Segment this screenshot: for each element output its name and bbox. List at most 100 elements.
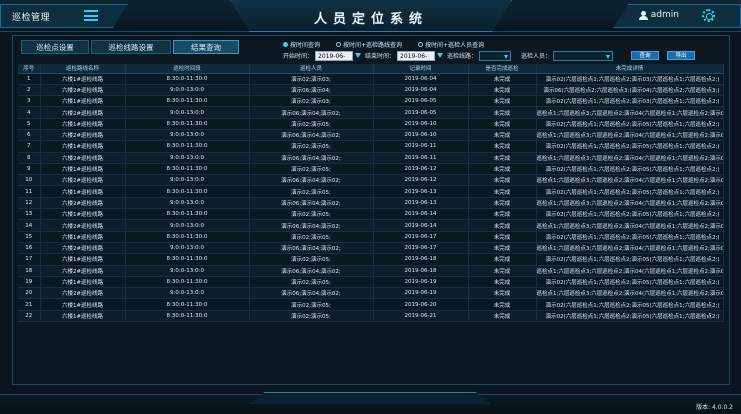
table-row[interactable]: 1 六楼1#巡检线路 8:30:0-11:30:0 演示02;演示03; 2019-06… [18,73,724,85]
table-row[interactable]: 8 六楼2#巡检线路 9:0:0-13:0:0 演示06;演示04;演示02; 2019… [18,152,724,164]
incomplete-details: 巡检点1;六层巡检点3;六层巡检点2;演示04(六层巡检点1;六层巡检点2;演示… [536,287,724,300]
tab-checkpoint-settings[interactable]: 巡检点设置 [21,40,89,54]
inspectors: 演示02;演示05; [249,298,374,311]
tab-bar: 巡检点设置 巡检线路设置 结果查询 [21,40,239,54]
route-name: 六楼1#巡检线路 [40,310,126,323]
table-row[interactable]: 16 六楼2#巡检线路 9:0:0-13:0:0 演示06;演示04;演示02; 201… [18,242,724,255]
export-button[interactable]: 导出 [667,51,696,60]
user-menu[interactable]: admin [638,10,679,20]
col-header-index[interactable]: 序号 [18,64,41,74]
radio-label: 按时间查询 [290,41,321,49]
hamburger-icon[interactable] [84,10,98,21]
time-range: 8:30:0-11:30:0 [125,208,250,221]
col-header-record-time[interactable]: 记录时间 [373,64,469,74]
col-header-time-range[interactable]: 巡检时间段 [125,64,250,74]
table-row[interactable]: 19 六楼1#巡检线路 8:30:0-11:30:0 演示02;演示05; 2019-0… [18,276,724,289]
record-date: 2019-06-13 [373,185,469,198]
completion-status: 未完成 [468,118,537,130]
route-name: 六楼2#巡检线路 [40,174,126,187]
radio-unselected-icon [336,41,342,47]
table-row[interactable]: 5 六楼1#巡检线路 8:30:0-11:30:0 演示02;演示05; 2019-06… [18,118,724,130]
time-range: 9:0:0-13:0:0 [125,287,250,300]
route-name: 六楼2#巡检线路 [40,265,126,277]
completion-status: 未完成 [468,276,537,289]
inspectors: 演示02;演示05; [249,253,374,266]
record-date: 2019-06-11 [373,140,469,153]
time-range: 8:30:0-11:30:0 [125,140,250,153]
completion-status: 未完成 [468,185,537,198]
table-row[interactable]: 9 六楼1#巡检线路 8:30:0-11:30:0 演示02;演示05; 2019-06… [18,163,724,176]
row-index: 3 [18,95,41,108]
time-range: 8:30:0-11:30:0 [125,185,250,198]
table-row[interactable]: 2 六楼2#巡检线路 9:0:0-13:0:0 演示06;演示04; 2019-06-0… [18,84,724,97]
username: admin [650,10,679,20]
row-index: 8 [18,152,41,164]
col-header-inspectors[interactable]: 巡检人员 [249,64,374,74]
col-header-completed[interactable]: 是否完成巡检 [468,64,537,74]
person-select[interactable] [553,50,614,61]
end-date-input[interactable]: 2019-06-21 [397,50,436,70]
inspectors: 演示06;演示04; [249,84,374,97]
col-header-details[interactable]: 未完成详情 [536,64,724,74]
route-name: 六楼1#巡检线路 [40,298,126,311]
row-index: 22 [18,310,41,323]
start-date-input[interactable]: 2019-06-01 [315,50,354,70]
table-row[interactable]: 20 六楼2#巡检线路 9:0:0-13:0:0 演示06;演示04;演示02; 201… [18,287,724,300]
page-title: 人员定位系统 [313,12,428,27]
table-row[interactable]: 7 六楼1#巡检线路 8:30:0-11:30:0 演示02;演示05; 2019-06… [18,140,724,153]
inspectors: 演示06;演示04;演示02; [249,242,374,255]
inspectors: 演示02;演示05; [249,163,374,176]
row-index: 4 [18,106,41,119]
route-name: 六楼1#巡检线路 [40,95,126,108]
radio-by-time[interactable]: 按时间查询 [283,40,320,49]
table-row[interactable]: 21 六楼1#巡检线路 8:30:0-11:30:0 演示02;演示05; 2019-0… [18,298,724,311]
table-row[interactable]: 10 六楼2#巡检线路 9:0:0-13:0:0 演示06;演示04;演示02; 201… [18,174,724,187]
incomplete-details: 演示02(六层巡检点1;六层巡检点2;演示05(六层巡检点1;六层巡检点2;) [536,118,724,130]
col-header-route[interactable]: 巡检路线名称 [40,64,126,74]
completion-status: 未完成 [468,219,537,232]
inspectors: 演示02;演示03; [249,95,374,108]
row-index: 7 [18,140,41,153]
inspectors: 演示06;演示04;演示02; [249,174,374,187]
table-row[interactable]: 14 六楼2#巡检线路 9:0:0-13:0:0 演示06;演示04;演示02; 201… [18,219,724,232]
gear-icon[interactable] [702,9,715,22]
inspectors: 演示02;演示03; [249,73,374,85]
query-mode-group: 按时间查询 按时间+巡检路线查询 按时间+巡检人员查询 [283,40,723,49]
table-row[interactable]: 22 六楼1#巡检线路 8:30:0-11:30:0 演示02;演示05; 2019-0… [18,310,724,323]
incomplete-details: 巡检点1;六层巡检点3;六层巡检点2;演示04(六层巡检点1;六层巡检点2;演示… [536,106,724,119]
time-range: 9:0:0-13:0:0 [125,129,250,142]
record-date: 2019-06-14 [373,219,469,232]
filter-bar: 按时间查询 按时间+巡检路线查询 按时间+巡检人员查询 开始时间： 2019-0… [283,40,723,70]
route-select[interactable] [479,50,512,61]
table-row[interactable]: 18 六楼2#巡检线路 9:0:0-13:0:0 演示06;演示04;演示02; 201… [18,265,724,277]
funnel-icon [437,53,444,58]
table-row[interactable]: 17 六楼1#巡检线路 8:30:0-11:30:0 演示02;演示05; 2019-0… [18,253,724,266]
radio-by-time-person[interactable]: 按时间+巡检人员查询 [418,40,484,49]
radio-by-time-route[interactable]: 按时间+巡检路线查询 [336,40,402,49]
route-name: 六楼1#巡检线路 [40,231,126,243]
table-row[interactable]: 11 六楼1#巡检线路 8:30:0-11:30:0 演示02;演示05; 2019-0… [18,185,724,198]
time-range: 8:30:0-11:30:0 [125,253,250,266]
completion-status: 未完成 [468,174,537,187]
completion-status: 未完成 [468,73,537,85]
table-row[interactable]: 3 六楼1#巡检线路 8:30:0-11:30:0 演示02;演示03; 2019-06… [18,95,724,108]
results-table: 序号 巡检路线名称 巡检时间段 巡检人员 记录时间 是否完成巡检 未完成详情 1… [18,64,724,323]
tab-route-settings[interactable]: 巡检线路设置 [91,40,171,54]
radio-unselected-icon [418,41,424,47]
incomplete-details: 巡检点1;六层巡检点3;六层巡检点2;演示04(六层巡检点1;六层巡检点2;演示… [536,265,724,277]
table-row[interactable]: 6 六楼2#巡检线路 9:0:0-13:0:0 演示06;演示04;演示02; 2019… [18,129,724,142]
table-row[interactable]: 15 六楼1#巡检线路 8:30:0-11:30:0 演示02;演示05; 2019-0… [18,231,724,243]
incomplete-details: 演示02(六层巡检点1;六层巡检点2;演示05(六层巡检点1;六层巡检点2;) [536,208,724,221]
table-row[interactable]: 4 六楼2#巡检线路 9:0:0-13:0:0 演示06;演示04;演示02; 2019… [18,106,724,119]
table-row[interactable]: 12 六楼2#巡检线路 9:0:0-13:0:0 演示06;演示04;演示02; 201… [18,197,724,210]
route-name: 六楼2#巡检线路 [40,84,126,97]
tab-result-query[interactable]: 结果查询 [173,40,239,54]
table-row[interactable]: 13 六楼1#巡检线路 8:30:0-11:30:0 演示02;演示05; 2019-0… [18,208,724,221]
inspectors: 演示02;演示05; [249,140,374,153]
time-range: 9:0:0-13:0:0 [125,152,250,164]
time-range: 9:0:0-13:0:0 [125,265,250,277]
radio-label: 按时间+巡检人员查询 [425,41,485,49]
record-date: 2019-06-05 [373,95,469,108]
record-date: 2019-06-04 [373,73,469,85]
query-button[interactable]: 查询 [631,51,660,60]
